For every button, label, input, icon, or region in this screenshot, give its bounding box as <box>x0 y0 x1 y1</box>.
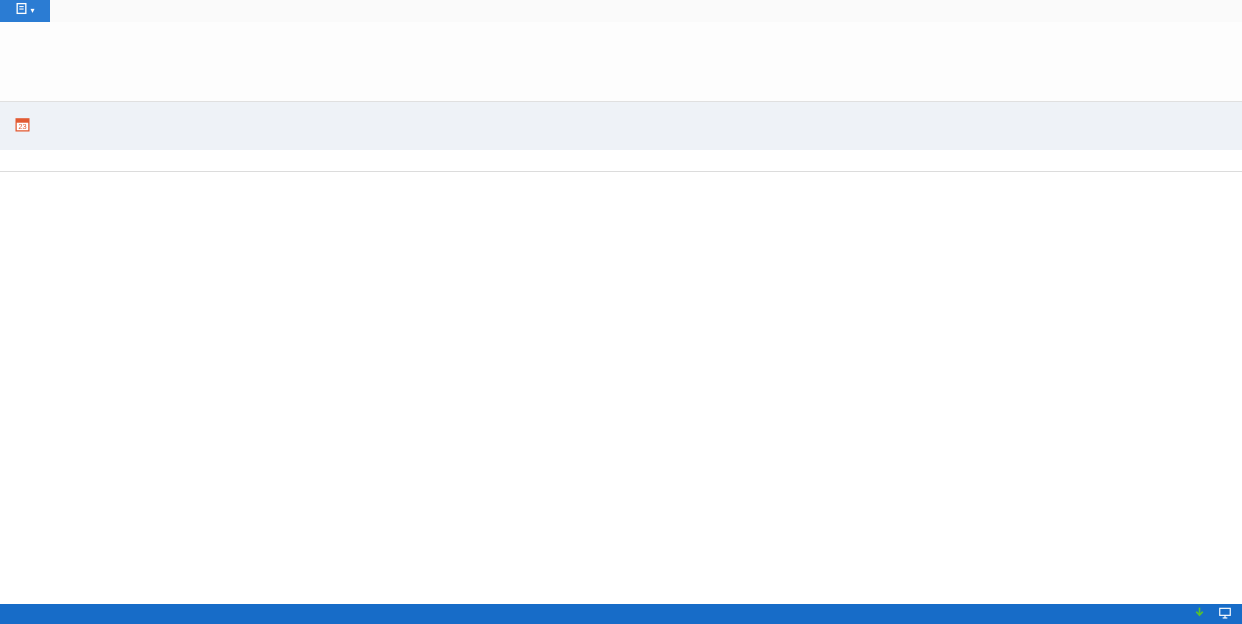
filter-bar: 23 <box>0 102 1242 150</box>
chevron-down-icon: ▾ <box>30 6 35 15</box>
table-header-row <box>0 150 1242 172</box>
date-range-filter[interactable]: 23 <box>14 116 36 136</box>
download-arrow-icon <box>1193 606 1206 622</box>
task-center-button[interactable] <box>1193 606 1232 623</box>
pagination-bar <box>0 588 1242 604</box>
app-menu-button[interactable]: ▾ <box>0 0 50 22</box>
menu-bar: ▾ <box>0 0 1242 22</box>
ribbon <box>0 22 1242 102</box>
records-table <box>0 150 1242 588</box>
calendar-icon: 23 <box>14 116 31 136</box>
status-bar <box>0 604 1242 624</box>
calendar-day-text: 23 <box>18 122 26 131</box>
monitor-icon <box>1218 606 1232 623</box>
app-document-icon <box>15 2 28 20</box>
